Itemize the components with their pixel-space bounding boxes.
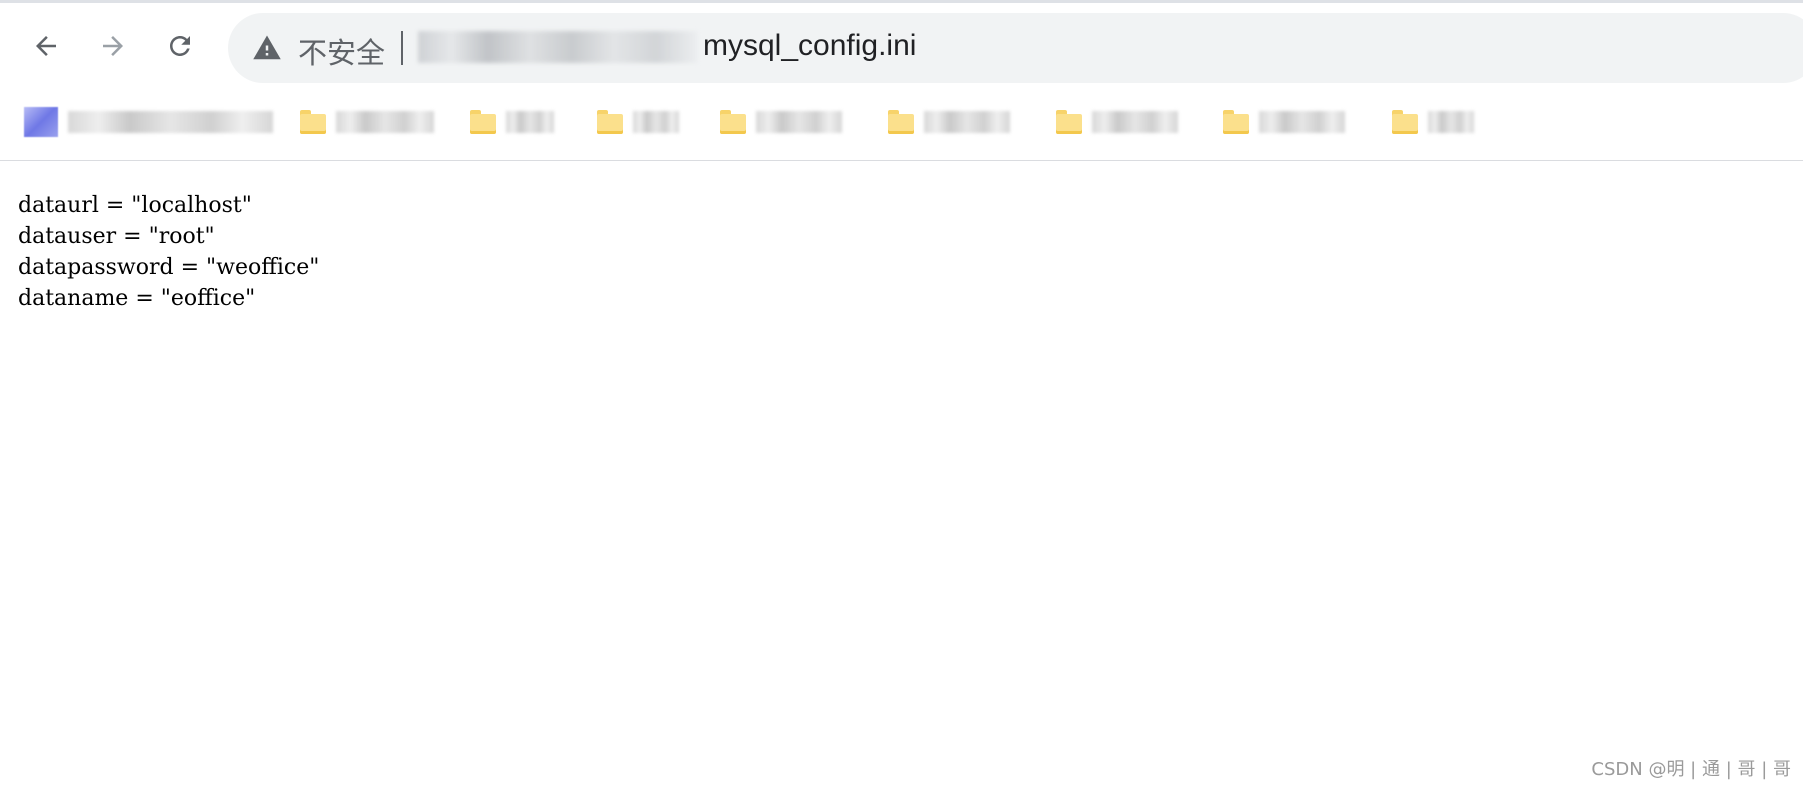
bookmark-label-redacted: [756, 111, 842, 133]
folder-icon: [888, 110, 914, 134]
folder-icon: [1223, 110, 1249, 134]
config-line-dataname: dataname = "eoffice": [18, 286, 256, 311]
bookmark-folder-5[interactable]: [888, 103, 1010, 141]
folder-icon: [720, 110, 746, 134]
bookmark-label-redacted: [1259, 111, 1345, 133]
omnibox-separator: [401, 31, 403, 65]
bookmark-label-redacted: [506, 111, 554, 133]
arrow-right-icon: [103, 36, 123, 56]
site-favicon-icon: [24, 107, 58, 137]
config-line-datauser: datauser = "root": [18, 224, 215, 249]
bookmark-folder-4[interactable]: [720, 103, 842, 141]
arrow-left-icon: [36, 36, 56, 56]
bookmark-folder-7[interactable]: [1223, 103, 1345, 141]
bookmark-folder-8[interactable]: [1392, 103, 1474, 141]
csdn-watermark: CSDN @明 | 通 | 哥 | 哥: [1591, 759, 1791, 780]
bookmarks-bar: [0, 87, 1803, 161]
url-path[interactable]: mysql_config.ini: [703, 29, 916, 63]
bookmark-folder-2[interactable]: [470, 103, 554, 141]
folder-icon: [597, 110, 623, 134]
page-content: dataurl = "localhost" datauser = "root" …: [18, 190, 319, 314]
bookmark-label-redacted: [633, 111, 679, 133]
url-host-redacted: [418, 31, 698, 63]
reload-button[interactable]: [157, 23, 203, 69]
forward-button[interactable]: [90, 23, 136, 69]
bookmark-label-redacted: [924, 111, 1010, 133]
warning-triangle-icon[interactable]: [252, 33, 282, 63]
config-line-datapassword: datapassword = "weoffice": [18, 255, 320, 280]
folder-icon: [1056, 110, 1082, 134]
browser-toolbar: 不安全 mysql_config.ini: [0, 3, 1803, 87]
bookmark-label-redacted: [68, 111, 273, 133]
bookmark-label-redacted: [1092, 111, 1178, 133]
folder-icon: [470, 110, 496, 134]
bookmark-item-site[interactable]: [24, 103, 273, 141]
bookmark-folder-3[interactable]: [597, 103, 679, 141]
folder-icon: [1392, 110, 1418, 134]
folder-icon: [300, 110, 326, 134]
address-bar[interactable]: 不安全 mysql_config.ini: [228, 13, 1803, 83]
bookmark-label-redacted: [336, 111, 434, 133]
reload-icon: [170, 36, 190, 56]
back-button[interactable]: [23, 23, 69, 69]
config-line-dataurl: dataurl = "localhost": [18, 193, 252, 218]
bookmark-folder-6[interactable]: [1056, 103, 1178, 141]
security-label[interactable]: 不安全: [298, 30, 385, 72]
bookmark-folder-1[interactable]: [300, 103, 434, 141]
bookmark-label-redacted: [1428, 111, 1474, 133]
